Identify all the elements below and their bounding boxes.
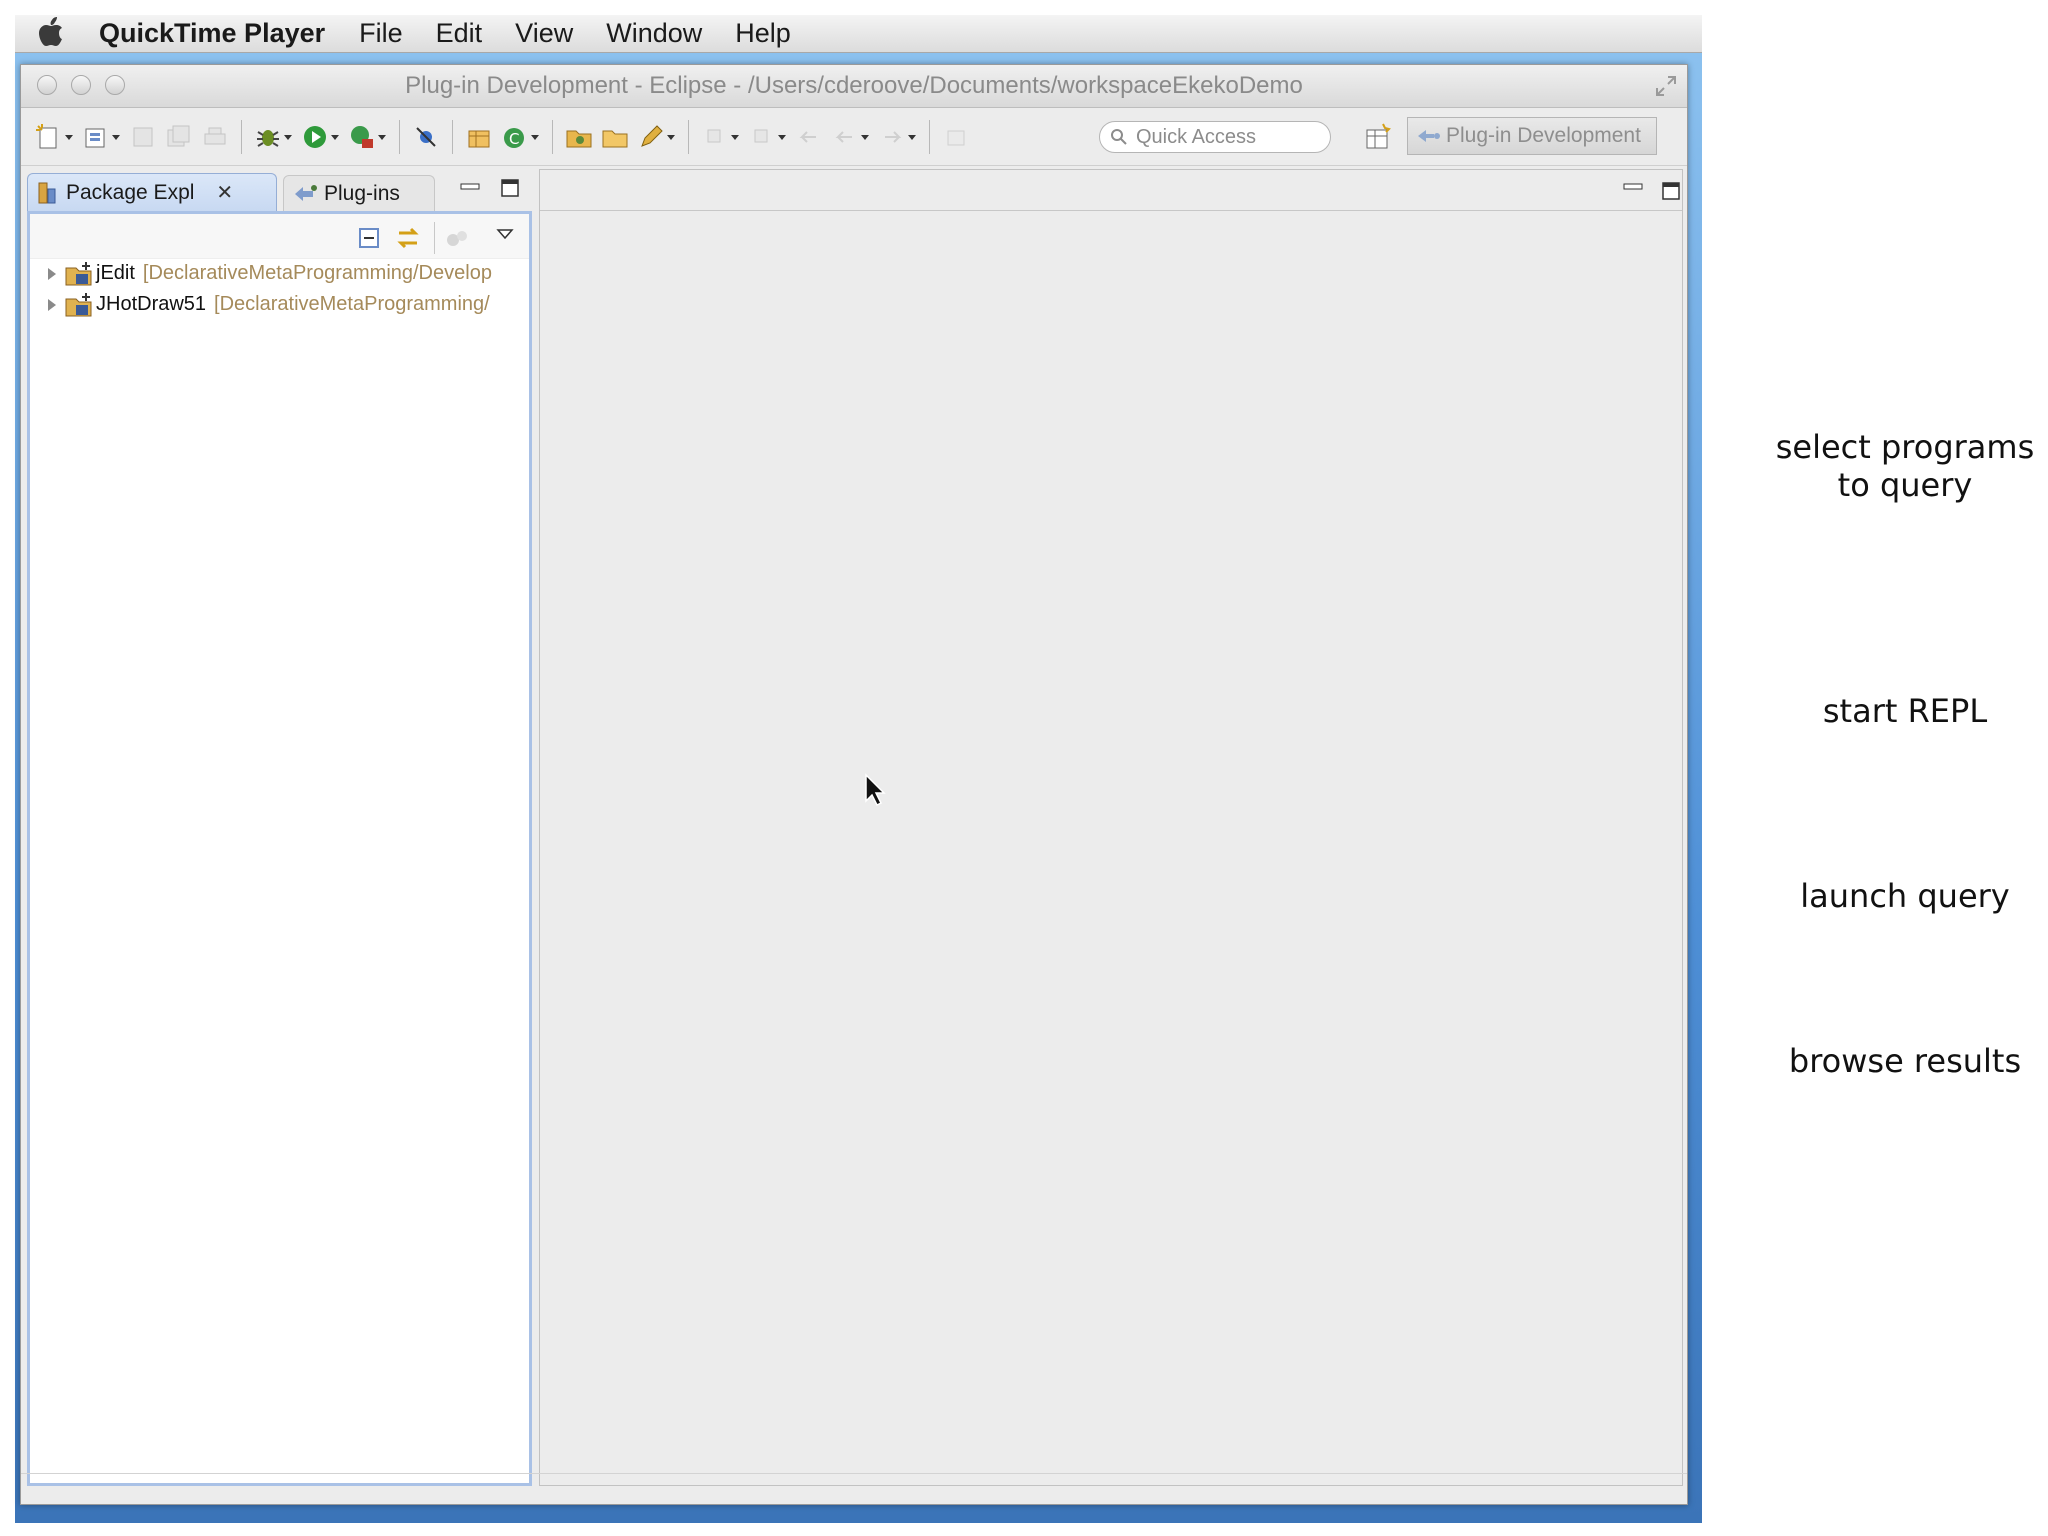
search-icon [1111,129,1127,145]
expand-arrow-icon[interactable] [44,266,60,282]
fullscreen-icon[interactable] [1655,75,1677,97]
run-icon[interactable] [300,122,339,152]
save-icon [128,122,158,152]
new-icon[interactable] [34,122,73,152]
quick-access-input[interactable] [1134,124,1318,150]
toolbar-separator [552,119,553,154]
plugins-icon [295,184,317,201]
collapse-all-icon[interactable] [357,226,381,250]
project-tree: jEdit [DeclarativeMetaProgramming/Develo… [30,258,529,320]
eclipse-window: Plug-in Development - Eclipse - /Users/c… [20,64,1688,1505]
annotation-select-programs: select programs to query [1775,428,2035,504]
view-toolbar [30,214,529,259]
view-tabbar: Package Expl ✕ Plug-ins [27,169,532,211]
open-file-icon[interactable] [600,122,630,152]
menu-bar: QuickTime Player File Edit View Window H… [15,15,1702,53]
save-all-icon [164,122,194,152]
view-toolbar-separator [434,222,435,254]
debug-icon[interactable] [253,122,292,152]
pin-editor-icon [941,122,971,152]
quick-access-field[interactable] [1099,121,1331,153]
minimize-view-icon[interactable] [459,179,481,195]
external-tools-icon[interactable] [347,122,386,152]
tab-package-explorer-label: Package Expl [66,180,195,204]
apple-icon[interactable] [35,16,65,49]
mouse-cursor-icon [865,773,886,807]
annotation-launch-query: launch query [1800,877,2010,915]
open-type-icon[interactable] [464,122,494,152]
svg-text:C: C [509,130,519,148]
new-class-icon[interactable]: C [500,122,539,152]
annotation-browse-results: browse results [1788,1042,2022,1080]
tab-plugins[interactable]: Plug-ins [283,175,435,211]
maximize-editor-icon[interactable] [1662,182,1680,200]
menu-help[interactable]: Help [735,18,791,49]
tree-item-project[interactable]: jEdit [DeclarativeMetaProgramming/Develo… [30,258,529,289]
perspective-label: Plug-in Development [1446,124,1641,147]
editor-tabbar [540,170,1682,211]
plugin-icon [1418,130,1440,142]
package-explorer-panel: jEdit [DeclarativeMetaProgramming/Develo… [27,211,532,1486]
package-explorer-view: Package Expl ✕ Plug-ins jEdit [Declarati… [27,169,532,1486]
plugin-project-icon [65,292,92,316]
project-location: [DeclarativeMetaProgramming/Develop [142,262,492,284]
toolbar-separator [688,119,689,154]
menu-app-name[interactable]: QuickTime Player [99,18,325,49]
link-with-editor-icon[interactable] [393,223,423,253]
minimize-editor-icon[interactable] [1622,180,1644,194]
next-annotation-icon [700,122,739,152]
plugin-development-perspective-button[interactable]: Plug-in Development [1407,117,1657,155]
tab-plugins-label: Plug-ins [324,181,400,205]
prev-annotation-icon [747,122,786,152]
status-bar [21,1473,1687,1504]
last-edit-icon [794,122,824,152]
minimize-window-button[interactable] [71,75,91,95]
pencil-icon[interactable] [636,122,675,152]
print-icon [200,122,230,152]
project-name: JHotDraw51 [96,293,207,315]
toolbar-separator [452,119,453,154]
view-menu-icon[interactable] [496,228,514,240]
focus-on-task-icon [447,231,467,246]
open-folder-icon[interactable] [564,122,594,152]
main-toolbar: C Plug-in Development [21,108,1687,166]
toolbar-separator [241,119,242,154]
menu-view[interactable]: View [515,18,573,49]
window-controls [37,75,125,95]
menu-window[interactable]: Window [606,18,702,49]
skip-breakpoints-icon[interactable] [411,122,441,152]
window-title: Plug-in Development - Eclipse - /Users/c… [405,72,1303,99]
toolbar-separator [399,119,400,154]
project-location: [DeclarativeMetaProgramming/ [214,293,490,315]
back-icon [830,122,869,152]
zoom-window-button[interactable] [105,75,125,95]
menu-edit[interactable]: Edit [436,18,483,49]
annotation-start-repl: start REPL [1822,692,1988,730]
plugin-project-icon [65,261,92,285]
tree-item-project[interactable]: JHotDraw51 [DeclarativeMetaProgramming/ [30,289,529,320]
window-titlebar[interactable]: Plug-in Development - Eclipse - /Users/c… [21,65,1687,108]
menu-file[interactable]: File [359,18,403,49]
editor-area[interactable] [539,169,1683,1486]
maximize-view-icon[interactable] [501,179,519,197]
close-window-button[interactable] [37,75,57,95]
expand-arrow-icon[interactable] [44,297,60,313]
open-perspective-icon[interactable] [1363,122,1393,152]
new-project-icon[interactable] [81,122,120,152]
tab-package-explorer[interactable]: Package Expl ✕ [27,173,277,211]
toolbar-separator [929,119,930,154]
project-name: jEdit [96,262,135,284]
close-tab-icon[interactable]: ✕ [216,180,233,205]
forward-icon [877,122,916,152]
package-explorer-icon [38,182,56,203]
